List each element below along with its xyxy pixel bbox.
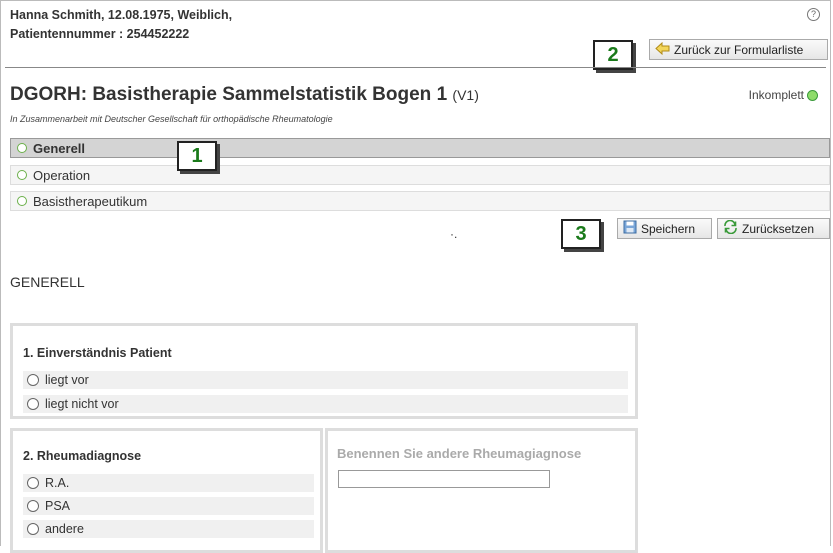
question-2-title: 2. Rheumadiagnose — [23, 449, 142, 463]
reset-button-label: Zurücksetzen — [742, 221, 815, 236]
form-subtitle: In Zusammenarbeit mit Deutscher Gesellsc… — [10, 114, 333, 124]
other-diagnosis-label: Benennen Sie andere Rheumagiagnose — [337, 446, 582, 461]
back-button-label: Zurück zur Formularliste — [674, 42, 804, 57]
save-button-label: Speichern — [641, 221, 696, 236]
back-arrow-icon — [655, 41, 670, 58]
tab-status-icon — [17, 143, 27, 153]
question-2-box: 2. Rheumadiagnose R.A. PSA andere — [10, 428, 323, 553]
radio-button[interactable] — [27, 500, 39, 512]
patient-info-line1: Hanna Schmith, 12.08.1975, Weiblich, — [10, 8, 233, 22]
tab-status-icon — [17, 196, 27, 206]
radio-button[interactable] — [27, 477, 39, 489]
form-title: DGORH: Basistherapie Sammelstatistik Bog… — [10, 84, 479, 105]
back-to-form-list-button[interactable]: Zurück zur Formularliste — [649, 39, 828, 60]
radio-button[interactable] — [27, 374, 39, 386]
callout-1: 1 — [177, 141, 217, 171]
save-button[interactable]: Speichern — [617, 218, 712, 239]
reset-button[interactable]: Zurücksetzen — [717, 218, 830, 239]
floppy-disk-icon — [623, 220, 637, 237]
question-2-other-box: Benennen Sie andere Rheumagiagnose — [325, 428, 638, 553]
q2-option-ra[interactable]: R.A. — [23, 474, 314, 492]
tab-status-icon — [17, 170, 27, 180]
tab-generell[interactable]: Generell — [10, 138, 830, 158]
patient-number: Patientennummer : 254452222 — [10, 27, 190, 41]
q2-option-psa[interactable]: PSA — [23, 497, 314, 515]
radio-button[interactable] — [27, 398, 39, 410]
question-1-title: 1. Einverständnis Patient — [23, 346, 172, 360]
other-diagnosis-input[interactable] — [338, 470, 550, 488]
q2-option-andere[interactable]: andere — [23, 520, 314, 538]
section-title: GENERELL — [10, 274, 85, 290]
radio-button[interactable] — [27, 523, 39, 535]
form-version: (V1) — [452, 87, 479, 103]
q1-option-liegt-nicht-vor[interactable]: liegt nicht vor — [23, 395, 628, 413]
callout-2: 2 — [593, 40, 633, 70]
status-dot-icon — [807, 89, 818, 101]
question-1-box: 1. Einverständnis Patient liegt vor lieg… — [10, 323, 638, 419]
q1-option-liegt-vor[interactable]: liegt vor — [23, 371, 628, 389]
loading-indicator: ·. — [450, 227, 458, 241]
status-label: Inkomplett — [748, 88, 804, 102]
refresh-icon — [723, 219, 738, 237]
window: Hanna Schmith, 12.08.1975, Weiblich, Pat… — [0, 0, 831, 553]
tab-basistherapeutikum[interactable]: Basistherapeutikum — [10, 191, 830, 211]
form-status: Inkomplett — [749, 88, 818, 102]
tab-operation[interactable]: Operation — [10, 165, 830, 185]
help-icon[interactable]: ? — [807, 5, 820, 21]
callout-3: 3 — [561, 219, 601, 249]
header-divider — [5, 67, 826, 68]
